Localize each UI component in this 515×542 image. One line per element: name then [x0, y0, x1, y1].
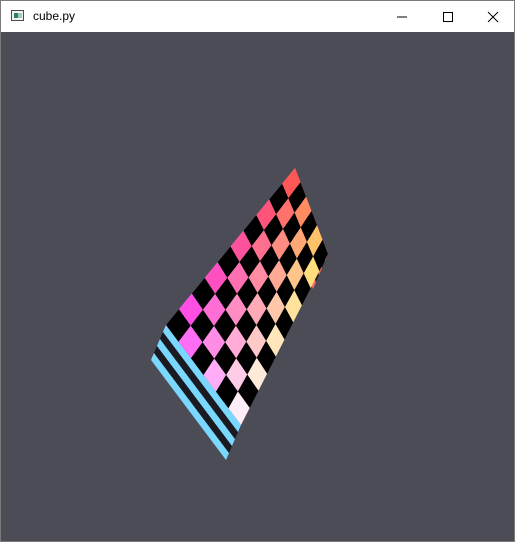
3d-scene	[151, 168, 328, 460]
maximize-button[interactable]	[425, 1, 471, 32]
title-bar[interactable]: cube.py	[1, 1, 514, 32]
window-title: cube.py	[33, 9, 76, 23]
minimize-icon	[397, 16, 407, 18]
maximize-icon	[443, 12, 453, 22]
python-window-icon	[11, 10, 24, 21]
render-viewport[interactable]	[1, 32, 514, 541]
app-window: cube.py	[0, 0, 515, 542]
close-icon	[487, 11, 499, 23]
minimize-button[interactable]	[379, 1, 425, 32]
close-button[interactable]	[470, 1, 515, 32]
